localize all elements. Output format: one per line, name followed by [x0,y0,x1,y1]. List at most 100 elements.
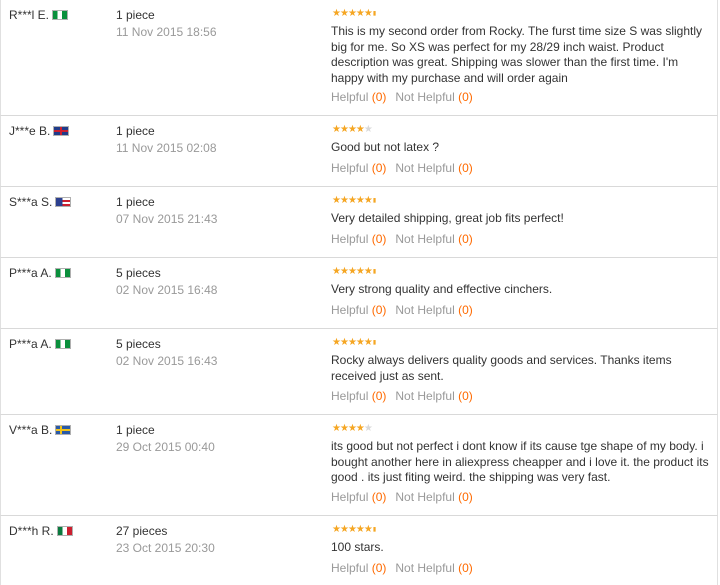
not-helpful-count: (0) [458,303,473,317]
star-icon: ★ [347,423,357,434]
review-comment: 100 stars. [331,540,384,554]
review-date: 02 Nov 2015 16:48 [116,283,218,297]
helpful-button[interactable]: Helpful (0) [331,561,386,575]
nigeria-flag-icon [54,338,71,349]
star-icon: ★ [355,8,365,19]
star-icon: ★ [347,8,357,19]
star-icon: ★ [332,195,341,206]
sweden-flag-icon [55,424,72,435]
helpful-button[interactable]: Helpful (0) [331,161,386,175]
order-quantity: 1 piece [116,124,155,138]
star-icon: ★ [355,423,365,434]
feedback-list: R***l E. 1 piece 11 Nov 2015 18:56 ★ ★ ★ ★ ★… [0,0,720,585]
star-empty-icon: ★ [363,124,373,135]
star-icon: ★ [332,266,341,277]
star-icon: ★ [332,124,341,135]
review-item: P***a A. 5 pieces 02 Nov 2015 16:43 ★ ★ ★ ★… [0,329,718,415]
star-icon: ★ [332,423,341,434]
review-comment: Very detailed shipping, great job fits p… [331,211,564,225]
helpful-count: (0) [371,303,387,317]
star-icon: ★ [339,423,349,434]
helpful-votes: Helpful (0) Not Helpful (0) [331,90,473,104]
star-rating: ★ ★ ★ ★ ★ ▮ [332,196,376,206]
order-quantity: 5 pieces [116,266,161,280]
review-date: 11 Nov 2015 02:08 [116,141,217,155]
helpful-button[interactable]: Helpful (0) [331,389,386,403]
star-rating: ★ ★ ★ ★ ★ [332,423,373,434]
star-icon: ★ [347,124,357,135]
review-date: 29 Oct 2015 00:40 [116,440,215,454]
not-helpful-button[interactable]: Not Helpful (0) [395,490,472,504]
star-empty-icon: ★ [363,423,373,434]
star-icon: ★ [363,8,373,19]
not-helpful-count: (0) [458,90,473,104]
star-icon: ★ [355,266,365,277]
not-helpful-button[interactable]: Not Helpful (0) [395,303,472,317]
star-icon: ★ [355,124,365,135]
not-helpful-button[interactable]: Not Helpful (0) [395,232,472,246]
helpful-button[interactable]: Helpful (0) [331,232,386,246]
helpful-button[interactable]: Helpful (0) [331,303,386,317]
review-date: 11 Nov 2015 18:56 [116,25,217,39]
review-item: R***l E. 1 piece 11 Nov 2015 18:56 ★ ★ ★ ★ ★… [0,0,718,116]
helpful-votes: Helpful (0) Not Helpful (0) [331,303,473,317]
star-icon: ★ [363,195,373,206]
not-helpful-button[interactable]: Not Helpful (0) [395,161,472,175]
helpful-button[interactable]: Helpful (0) [331,90,386,104]
star-icon: ★ [339,8,349,19]
review-comment: This is my second order from Rocky. The … [331,24,702,85]
order-quantity: 1 piece [116,195,155,209]
star-rating: ★ ★ ★ ★ ★ ▮ [332,525,376,535]
star-rating: ★ ★ ★ ★ ★ ▮ [332,267,376,277]
star-icon: ★ [363,337,373,348]
star-tail-icon: ▮ [372,11,377,17]
order-quantity: 5 pieces [116,337,161,351]
reviewer-name: V***a B. [9,423,72,437]
uk-flag-icon [53,125,70,136]
order-quantity: 27 pieces [116,524,168,538]
helpful-button[interactable]: Helpful (0) [331,490,386,504]
star-tail-icon: ▮ [372,340,377,346]
review-date: 07 Nov 2015 21:43 [116,212,218,226]
star-icon: ★ [332,524,341,535]
us-flag-icon [55,196,72,207]
star-icon: ★ [363,266,373,277]
star-icon: ★ [355,195,365,206]
review-item: P***a A. 5 pieces 02 Nov 2015 16:48 ★ ★ ★ ★… [0,258,718,329]
helpful-votes: Helpful (0) Not Helpful (0) [331,161,473,175]
review-comment: Very strong quality and effective cinche… [331,282,553,296]
helpful-votes: Helpful (0) Not Helpful (0) [331,389,473,403]
star-icon: ★ [339,266,349,277]
star-icon: ★ [332,8,341,19]
star-icon: ★ [332,337,341,348]
not-helpful-count: (0) [458,389,473,403]
star-icon: ★ [347,266,357,277]
star-icon: ★ [347,195,357,206]
reviewer-name: P***a A. [9,266,71,280]
nigeria-flag-icon [54,267,71,278]
not-helpful-count: (0) [458,561,473,575]
star-tail-icon: ▮ [372,269,377,275]
not-helpful-button[interactable]: Not Helpful (0) [395,90,472,104]
review-date: 23 Oct 2015 20:30 [116,541,215,555]
not-helpful-button[interactable]: Not Helpful (0) [395,561,472,575]
star-icon: ★ [347,337,357,348]
helpful-count: (0) [371,561,387,575]
reviewer-name: J***e B. [9,124,70,138]
helpful-count: (0) [371,389,387,403]
star-icon: ★ [339,337,349,348]
reviewer-name: S***a S. [9,195,72,209]
star-icon: ★ [355,524,365,535]
review-date: 02 Nov 2015 16:43 [116,354,218,368]
not-helpful-button[interactable]: Not Helpful (0) [395,389,472,403]
not-helpful-count: (0) [458,161,473,175]
reviewer-name: P***a A. [9,337,71,351]
star-rating: ★ ★ ★ ★ ★ ▮ [332,338,376,348]
review-comment: Good but not latex ? [331,140,440,154]
review-item: D***h R. 27 pieces 23 Oct 2015 20:30 ★ ★ ★… [0,516,718,585]
helpful-count: (0) [371,90,387,104]
star-icon: ★ [363,524,373,535]
star-icon: ★ [347,524,357,535]
mexico-flag-icon [56,525,73,536]
star-rating: ★ ★ ★ ★ ★ [332,124,373,135]
